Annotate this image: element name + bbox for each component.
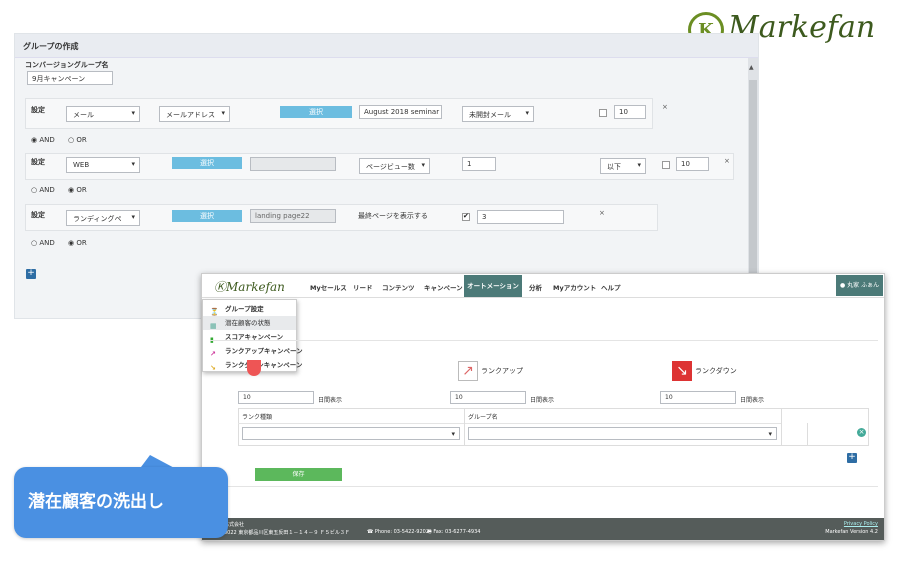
panel-header: グループの作成: [15, 34, 758, 58]
row-checkbox[interactable]: [599, 109, 607, 117]
remove-row-icon[interactable]: ×: [599, 209, 605, 217]
rank-up-label: ランクアップ: [481, 367, 523, 375]
count-a-input[interactable]: 1: [462, 157, 496, 171]
rank-up-icon: ↗: [458, 361, 478, 381]
rank-down-icon: ↘: [672, 361, 692, 381]
value-input[interactable]: [250, 157, 336, 171]
nav-item-my-sales[interactable]: Myセールス: [310, 282, 347, 292]
days-label: 日間表示: [740, 397, 765, 404]
save-button[interactable]: 保存: [255, 468, 342, 481]
phone-icon: ☎: [367, 529, 375, 535]
select-button[interactable]: 選択: [172, 210, 242, 222]
automation-window: ⓀMarkefan Myセールス リード コンテンツ キャンペーン オートメーシ…: [201, 273, 885, 541]
top-nav: ⓀMarkefan Myセールス リード コンテンツ キャンペーン オートメーシ…: [202, 274, 884, 298]
row-label: 設定: [31, 158, 45, 166]
menu-item-group-setting[interactable]: ⏳ グループ設定: [203, 302, 296, 316]
value-input[interactable]: August 2018 seminar: [359, 105, 442, 119]
nav-item-analytics[interactable]: 分析: [529, 282, 542, 292]
footer: 株式会社 0022 東京都品川区東五反田１－１４－９ Ｆ５ビル３Ｆ ☎ Phon…: [202, 518, 884, 540]
nav-logo[interactable]: ⓀMarkefan: [214, 278, 285, 295]
version-text: Markefan Version 4.2: [825, 529, 878, 535]
select-button[interactable]: 選択: [172, 157, 242, 169]
condition-select[interactable]: 未開封メール: [462, 106, 534, 122]
value-input[interactable]: landing page22: [250, 209, 336, 223]
add-row-button[interactable]: +: [847, 453, 857, 463]
row-checkbox[interactable]: [462, 212, 470, 221]
nav-item-contents[interactable]: コンテンツ: [382, 282, 415, 292]
days-input-1[interactable]: 10: [238, 391, 314, 404]
col-divider: [781, 408, 782, 446]
trend-down-icon: ↘: [210, 364, 216, 372]
days-label: 日間表示: [318, 397, 343, 404]
row-label: 設定: [31, 106, 45, 114]
menu-item-prospect-status[interactable]: ▦ 潜在顧客の状態: [203, 316, 296, 330]
or-radio[interactable]: ○ OR: [68, 136, 87, 144]
and-radio[interactable]: ○ AND: [31, 186, 55, 194]
type-select[interactable]: メール: [66, 106, 140, 122]
scroll-up-icon[interactable]: ▲: [749, 64, 754, 71]
rank-down-label: ランクダウン: [695, 367, 737, 375]
table-header-divider: [238, 423, 781, 424]
select-button[interactable]: 選択: [280, 106, 352, 118]
rank-type-select[interactable]: [242, 427, 460, 440]
divider: [210, 486, 878, 487]
user-menu[interactable]: ● 丸家 ふぁん: [836, 275, 883, 296]
and-radio[interactable]: ◉ AND: [31, 136, 55, 144]
company-address: 0022 東京都品川区東五反田１－１４－９ Ｆ５ビル３Ｆ: [224, 530, 350, 536]
type-select[interactable]: ランディングペ: [66, 210, 140, 226]
group-name-label: コンバージョングループ名: [25, 61, 109, 69]
group-name-select[interactable]: [468, 427, 777, 440]
row-checkbox[interactable]: [662, 161, 670, 169]
col-group-header: グループ名: [468, 414, 498, 421]
nav-item-help[interactable]: ヘルプ: [601, 282, 621, 292]
row-label: 設定: [31, 211, 45, 219]
menu-item-score-campaign[interactable]: ▮スコアキャンペーン: [203, 330, 296, 344]
count-input[interactable]: 10: [614, 105, 646, 119]
col-divider: [807, 423, 808, 446]
days-label: 日間表示: [530, 397, 555, 404]
callout-bubble: 潜在顧客の洗出し: [14, 467, 228, 538]
add-condition-button[interactable]: +: [26, 269, 36, 279]
col-divider: [464, 408, 465, 446]
field-select[interactable]: ページビュー数: [359, 158, 430, 174]
or-radio[interactable]: ◉ OR: [68, 186, 87, 194]
count-input[interactable]: 3: [477, 210, 564, 224]
fax-number: 🖷 Fax: 03-6277-4934: [427, 529, 481, 535]
days-input-2[interactable]: 10: [450, 391, 526, 404]
and-radio[interactable]: ○ AND: [31, 239, 55, 247]
nav-item-automation[interactable]: オートメーション: [464, 275, 522, 297]
nav-item-leads[interactable]: リード: [353, 282, 373, 292]
privacy-policy-link[interactable]: Privacy Policy: [844, 521, 878, 527]
panel-title: グループの作成: [23, 42, 79, 51]
days-input-3[interactable]: 10: [660, 391, 736, 404]
rank-partial-icon: [247, 360, 261, 376]
col-rank-header: ランク種類: [242, 414, 273, 421]
remove-row-icon[interactable]: ×: [662, 103, 668, 111]
nav-item-campaign[interactable]: キャンペーン: [424, 282, 463, 292]
compare-select[interactable]: 以下: [600, 158, 646, 174]
type-select[interactable]: WEB: [66, 157, 140, 173]
group-name-input[interactable]: 9月キャンペーン: [27, 71, 113, 85]
divider: [210, 340, 878, 341]
phone-number: ☎ Phone: 03-5422-9202: [367, 529, 430, 535]
field-select[interactable]: メールアドレス: [159, 106, 230, 122]
condition-text: 最終ページを表示する: [358, 212, 428, 220]
menu-item-rank-up-campaign[interactable]: ↗ ランクアップキャンペーン: [203, 344, 303, 358]
count-input[interactable]: 10: [676, 157, 709, 171]
or-radio[interactable]: ◉ OR: [68, 239, 87, 247]
remove-row-icon[interactable]: ×: [857, 428, 866, 437]
nav-item-my-account[interactable]: Myアカウント: [553, 282, 596, 292]
remove-row-icon[interactable]: ×: [724, 157, 730, 165]
